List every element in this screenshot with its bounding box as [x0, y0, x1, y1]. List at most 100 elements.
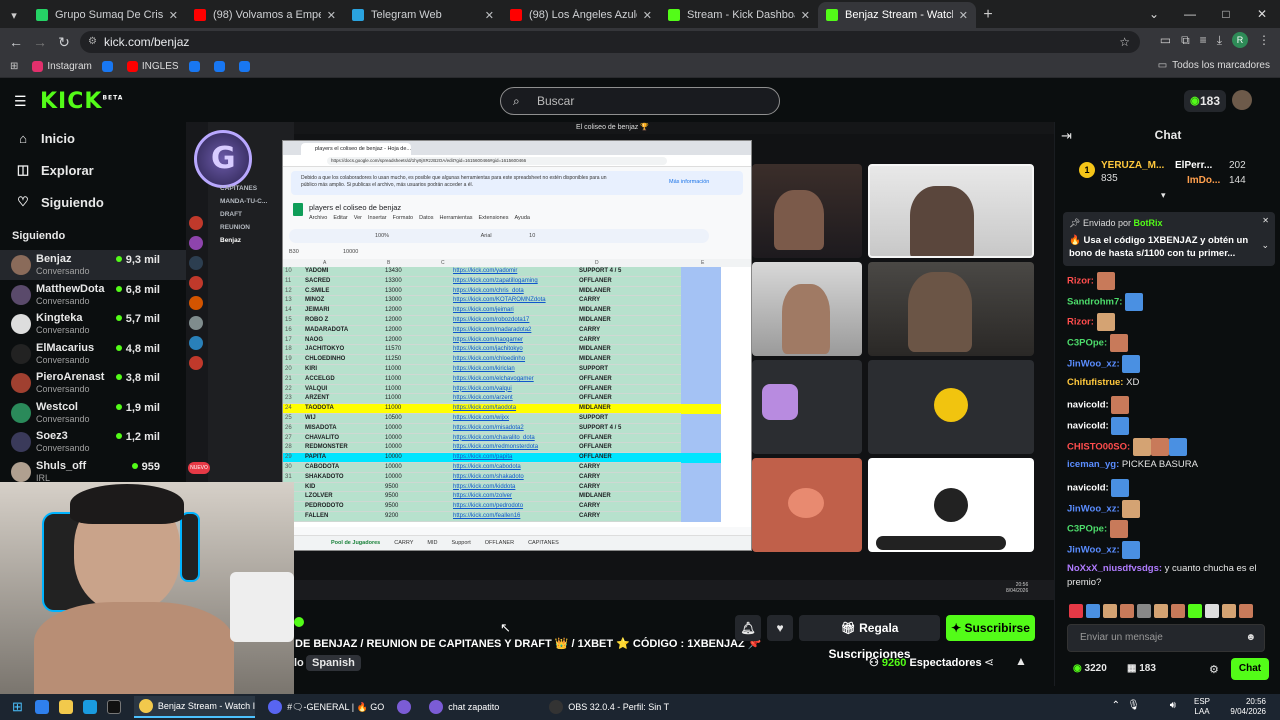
sheet-row[interactable]: 21 ACCELGD 11000 https://kick.com/elchavoga… [283, 374, 721, 385]
sheet-cell-link[interactable]: https://kick.com/papita [453, 454, 512, 460]
chat-username[interactable]: NoXxX_niusdfvsdgs: [1067, 563, 1162, 574]
chat-message[interactable]: navicold: [1067, 416, 1267, 435]
sheet-row[interactable]: 22 VALQUI 11000 https://kick.com/valqui OFFL… [283, 384, 721, 395]
chat-username[interactable]: C3POpe: [1067, 338, 1107, 349]
leader-name[interactable]: ElPerr... [1175, 160, 1212, 171]
site-info-icon[interactable]: ⚙ [88, 31, 97, 53]
chat-send-button[interactable]: Chat [1231, 658, 1269, 680]
downloads-icon[interactable]: ⤓ [1217, 33, 1222, 48]
emote-icon[interactable] [1069, 604, 1083, 618]
sheet-cell-link[interactable]: https://kick.com/redmonsterdota [453, 444, 538, 450]
chat-message[interactable]: C3POpe: [1067, 520, 1267, 539]
user-points[interactable]: 3220 [1085, 663, 1107, 674]
chat-message[interactable]: navicold: [1067, 479, 1267, 497]
bookmark-item[interactable] [238, 61, 254, 72]
chat-message-input[interactable]: Enviar un mensaje ☻ [1067, 624, 1265, 652]
sheet-cell-link[interactable]: https://kick.com/robozdota17 [453, 317, 529, 323]
chat-username[interactable]: JinWoo_xz: [1067, 545, 1120, 556]
chat-username[interactable]: CHISTO00SO: [1067, 441, 1130, 452]
sheet-cell-link[interactable]: https://kick.com/naogamer [453, 337, 523, 343]
windows-start-icon[interactable]: ⊞ [12, 699, 23, 715]
sheet-row[interactable]: 25 WIJ 10500 https://kick.com/wijxx SUPPORT [283, 414, 721, 424]
sheet-cell-link[interactable]: https://kick.com/cabodota [453, 464, 521, 470]
chat-username[interactable]: navicold: [1067, 420, 1109, 431]
user-avatar[interactable] [1232, 90, 1252, 110]
sheet-row[interactable]: 28 REDMONSTER 10000 https://kick.com/redmon… [283, 443, 721, 454]
gift-subs-button[interactable]: 🎁︎ Regala Suscripciones [799, 615, 940, 661]
bookmark-star-icon[interactable]: ☆ [1119, 31, 1130, 53]
sheet-font[interactable]: Arial [481, 233, 492, 239]
back-button[interactable]: ← [4, 34, 28, 50]
file-explorer-icon[interactable] [58, 700, 73, 714]
chat-message[interactable]: iceman_yg: PICKEA BASURA [1067, 458, 1267, 472]
browser-tab[interactable]: Stream - Kick Dashboard ✕ [660, 2, 818, 28]
chat-message[interactable]: navicold: [1067, 396, 1267, 415]
chat-message[interactable]: NoXxX_niusdfvsdgs: y cuanto chucha es el… [1067, 562, 1267, 590]
emote-icon[interactable] [1154, 604, 1168, 618]
sheet-row[interactable]: 26 MISADOTA 10000 https://kick.com/misadota… [283, 423, 721, 434]
sheet-menu-item[interactable]: Ayuda [514, 215, 530, 221]
bookmark-item[interactable] [213, 61, 229, 72]
sheet-cell-link[interactable]: https://kick.com/kiddota [453, 484, 515, 490]
sheet-tab-button[interactable]: Support [451, 540, 470, 546]
emote-icon[interactable] [1103, 604, 1117, 618]
sheet-cell-link[interactable]: https://kick.com/zolver [453, 493, 512, 499]
search-input[interactable]: ⌕ Buscar [500, 87, 780, 115]
keyboard-language[interactable]: ESP [1194, 697, 1210, 707]
sheet-cell-link[interactable]: https://kick.com/chavalito_dota [453, 435, 535, 441]
sheet-cell-link[interactable]: https://kick.com/KOTAROMNZdota [453, 297, 546, 303]
sheet-row[interactable]: 12 C.SMILE 13000 https://kick.com/chris_dot… [283, 286, 721, 297]
sheet-column-header[interactable]: B [387, 260, 390, 266]
sheet-row[interactable]: 10 YADOMI 13430 https://kick.com/yadomir SUP… [283, 267, 721, 277]
leader-name[interactable]: ImDo... [1187, 175, 1220, 186]
sheet-row[interactable]: 32KID9500https://kick.com/kiddotaCARRY [283, 482, 721, 493]
leader-name[interactable]: YERUZA_M... [1101, 160, 1164, 171]
following-channel[interactable]: Soez3 Conversando 1,2 mil [0, 427, 186, 457]
tab-close-icon[interactable]: ✕ [169, 9, 178, 22]
nav-explorar[interactable]: ◫ Explorar [0, 154, 186, 186]
kick-logo[interactable]: KICKBETA [40, 89, 123, 114]
following-channel[interactable]: MatthewDota Conversando 6,8 mil [0, 280, 186, 310]
browser-tab[interactable]: Benjaz Stream - Watch Live ✕ [818, 2, 976, 28]
follow-button[interactable]: ♥ [767, 615, 793, 641]
tab-close-icon[interactable]: ✕ [485, 9, 494, 22]
chat-message[interactable]: Chifufistrue: XD [1067, 376, 1267, 390]
sheet-tab-button[interactable]: CARRY [394, 540, 413, 546]
bookmark-item[interactable] [188, 61, 204, 72]
following-channel[interactable]: Benjaz Conversando 9,3 mil [0, 250, 186, 280]
sheet-cell-link[interactable]: https://kick.com/jeimari [453, 307, 514, 313]
emote-icon[interactable] [1205, 604, 1219, 618]
taskbar-app-icon[interactable] [34, 700, 49, 714]
sheet-row[interactable]: 23 ARZENT 11000 https://kick.com/arzent OFFL… [283, 394, 721, 405]
chat-message[interactable]: CHISTO00SO: [1067, 437, 1267, 456]
sheet-menu-item[interactable]: Editar [333, 215, 347, 221]
sheet-menu-item[interactable]: Datos [419, 215, 433, 221]
tab-search-icon[interactable]: ⌄ [1136, 0, 1172, 28]
emote-icon[interactable] [1239, 604, 1253, 618]
chat-message[interactable]: Rizor: [1067, 272, 1267, 290]
reload-button[interactable]: ↻ [52, 34, 76, 51]
emote-icon[interactable] [1137, 604, 1151, 618]
reading-list-icon[interactable]: ≡ [1200, 33, 1207, 47]
expand-leaders-icon[interactable]: ▾ [1161, 190, 1166, 201]
microphone-icon[interactable]: 🎙︎ [1127, 700, 1140, 711]
sheet-cell-link[interactable]: https://kick.com/valqui [453, 386, 512, 392]
emote-icon[interactable] [1171, 604, 1185, 618]
chat-settings-icon[interactable]: ⚙ [1209, 663, 1219, 676]
taskbar-time[interactable]: 20:56 [1230, 697, 1266, 707]
new-tab-button[interactable]: + [976, 2, 1000, 28]
taskbar-window[interactable] [392, 696, 416, 718]
sheet-cell-link[interactable]: https://kick.com/zapatillogaming [453, 278, 538, 284]
following-channel[interactable]: Westcol Conversando 1,9 mil [0, 398, 186, 428]
sheet-row[interactable]: 35FALLEN9200https://kick.com/feallen16CA… [283, 512, 721, 522]
sheet-row[interactable]: 31 SHAKADOTO 10000 https://kick.com/shakado… [283, 472, 721, 483]
browser-tab[interactable]: (98) Los Ángeles Azules - Nunca... ✕ [502, 2, 660, 28]
sheet-cell-link[interactable]: https://kick.com/misadota2 [453, 425, 524, 431]
sheet-row[interactable]: 15 ROBO Z 12000 https://kick.com/robozdota1… [283, 316, 721, 326]
sheet-cell-link[interactable]: https://kick.com/arzent [453, 395, 513, 401]
sheet-cell-link[interactable]: https://kick.com/jachitokyo [453, 346, 523, 352]
menu-icon[interactable]: ⋮ [1258, 33, 1270, 47]
sheet-menu-item[interactable]: Archivo [309, 215, 327, 221]
sheet-font-size[interactable]: 10 [529, 233, 535, 239]
unpin-icon[interactable]: ✕ [1262, 216, 1269, 225]
